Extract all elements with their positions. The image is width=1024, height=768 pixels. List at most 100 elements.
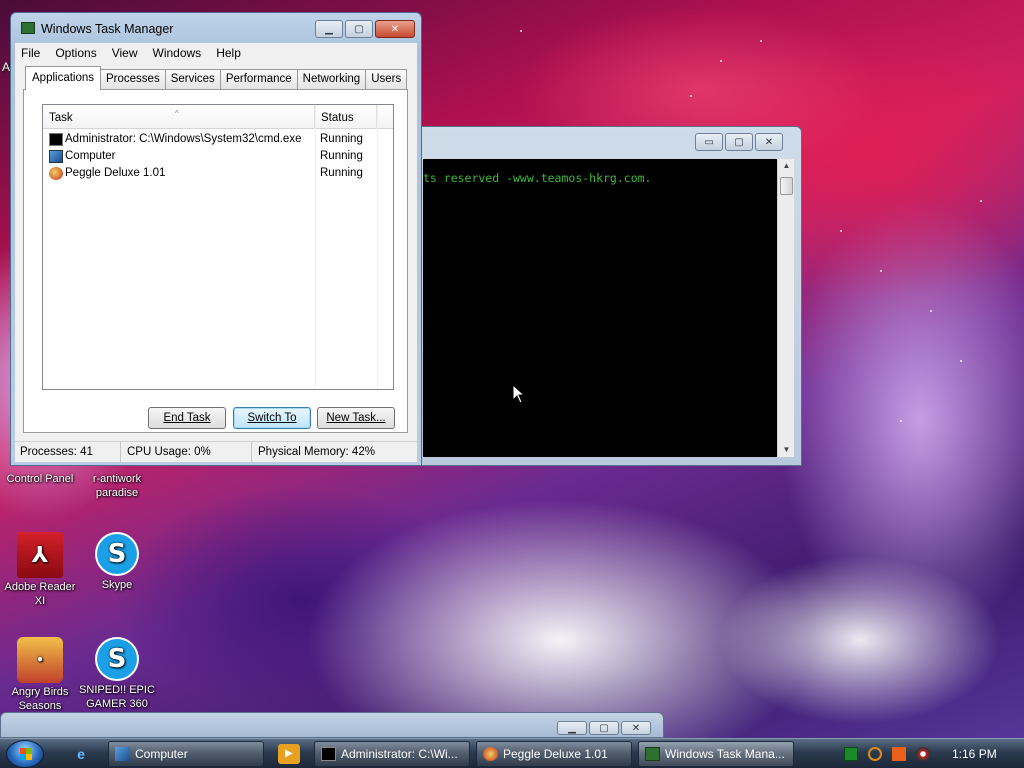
sparkle (980, 200, 982, 202)
console-scrollbar[interactable]: ▲ ▼ (777, 159, 794, 457)
sparkle (930, 310, 932, 312)
switch-to-button[interactable]: Switch To (233, 407, 311, 429)
new-task-button[interactable]: New Task... (317, 407, 395, 429)
tab-networking[interactable]: Networking (296, 69, 367, 89)
speaker-icon[interactable] (916, 747, 930, 761)
windows-logo-icon (20, 748, 32, 760)
tab-processes[interactable]: Processes (100, 69, 166, 89)
media-player-icon[interactable]: ▶ (278, 744, 300, 764)
desktop-icon-adobe-reader[interactable]: ⅄ Adobe Reader XI (0, 532, 80, 608)
column-label: Task (49, 112, 73, 124)
column-header-status[interactable]: Status (315, 105, 377, 129)
maximize-button[interactable]: ▢ (589, 721, 619, 735)
close-icon: ✕ (631, 722, 641, 734)
task-status: Running (320, 150, 363, 162)
task-name: Computer (65, 150, 116, 162)
task-manager-tray-icon[interactable] (844, 747, 858, 761)
internet-explorer-icon[interactable]: e (70, 744, 92, 764)
close-button[interactable]: ✕ (755, 133, 783, 151)
system-tray: 1:16 PM (832, 739, 1024, 768)
task-manager-titlebar[interactable]: Windows Task Manager ▁ ▢ ✕ (11, 13, 421, 43)
menu-options[interactable]: Options (55, 46, 96, 60)
close-button[interactable]: ✕ (375, 20, 415, 38)
skype-icon: S (95, 637, 139, 681)
command-prompt-icon (49, 133, 63, 146)
scroll-up-icon[interactable]: ▲ (778, 159, 795, 173)
maximize-button[interactable]: ▢ (345, 20, 373, 38)
sparkle (900, 420, 902, 422)
task-manager-window[interactable]: Windows Task Manager ▁ ▢ ✕ File Options … (10, 12, 422, 466)
taskbar-button-computer[interactable]: Computer (108, 741, 264, 767)
maximize-icon: ▢ (354, 23, 364, 35)
task-manager-icon (645, 747, 660, 761)
desktop-icon-angry-birds[interactable]: ● Angry Birds Seasons (0, 637, 80, 713)
task-manager-caption-buttons: ▁ ▢ ✕ (315, 20, 415, 38)
taskbar-button-label: Computer (135, 747, 188, 761)
status-physical-memory: Physical Memory: 42% (258, 446, 375, 458)
list-header: Task ^ Status (43, 105, 393, 129)
angry-birds-icon: ● (17, 637, 63, 683)
menu-view[interactable]: View (112, 46, 138, 60)
maximize-button[interactable]: ▢ (725, 133, 753, 151)
console-output: ts reserved -www.teamos-hkrg.com. (423, 171, 652, 185)
task-rows: Administrator: C:\Windows\System32\cmd.e… (43, 131, 393, 182)
desktop-fragment-text: A (2, 60, 11, 74)
task-name: Peggle Deluxe 1.01 (65, 167, 166, 179)
computer-icon (115, 747, 130, 761)
menu-bar: File Options View Windows Help (15, 43, 417, 63)
mouse-cursor-icon (512, 384, 524, 404)
close-button[interactable]: ✕ (621, 721, 651, 735)
desktop-icon-control-panel[interactable]: Control Panel (0, 472, 80, 486)
notification-icon[interactable] (892, 747, 906, 761)
tab-applications[interactable]: Applications (25, 66, 102, 90)
adobe-reader-icon: ⅄ (17, 532, 63, 578)
clock[interactable]: 1:16 PM (952, 739, 997, 768)
peggle-icon (49, 167, 63, 180)
status-bar: Processes: 41 CPU Usage: 0% Physical Mem… (15, 441, 417, 463)
table-row[interactable]: Administrator: C:\Windows\System32\cmd.e… (43, 131, 393, 148)
sparkle (840, 230, 842, 232)
sparkle (690, 95, 692, 97)
menu-help[interactable]: Help (216, 46, 241, 60)
desktop-icon-sniped[interactable]: S SNIPED!! EPIC GAMER 360 (77, 637, 157, 711)
taskbar-button-cmd[interactable]: Administrator: C:\Wi... (314, 741, 470, 767)
minimize-button[interactable]: ▁ (557, 721, 587, 735)
column-header-task[interactable]: Task ^ (43, 105, 315, 129)
taskbar-button-peggle[interactable]: Peggle Deluxe 1.01 (476, 741, 632, 767)
desktop-icon-skype[interactable]: S Skype (77, 532, 157, 592)
end-task-button[interactable]: End Task (148, 407, 226, 429)
task-status: Running (320, 167, 363, 179)
console-window[interactable]: ▭ ▢ ✕ ts reserved -www.teamos-hkrg.com. … (414, 126, 802, 466)
menu-windows[interactable]: Windows (153, 46, 202, 60)
taskbar-button-task-manager[interactable]: Windows Task Mana... (638, 741, 794, 767)
scroll-thumb[interactable] (780, 177, 793, 195)
task-name: Administrator: C:\Windows\System32\cmd.e… (65, 133, 302, 145)
menu-file[interactable]: File (21, 46, 40, 60)
console-screen[interactable]: ts reserved -www.teamos-hkrg.com. (423, 159, 777, 457)
task-status: Running (320, 133, 363, 145)
close-icon: ✕ (764, 136, 774, 148)
minimize-icon: ▁ (568, 722, 576, 734)
status-cpu-usage: CPU Usage: 0% (122, 442, 252, 463)
search-icon[interactable] (868, 747, 882, 761)
sort-ascending-icon: ^ (175, 109, 179, 118)
start-button[interactable] (6, 740, 44, 768)
background-window[interactable]: ▁ ▢ ✕ (0, 712, 664, 738)
desktop-icon-antiwork[interactable]: r-antiwork paradise (77, 472, 157, 500)
tab-performance[interactable]: Performance (219, 69, 298, 89)
tab-services[interactable]: Services (164, 69, 221, 89)
tab-strip: Applications Processes Services Performa… (25, 66, 408, 90)
task-list[interactable]: Task ^ Status Administrator: C:\Windows\… (42, 104, 394, 390)
column-label: Status (321, 112, 354, 124)
table-row[interactable]: Peggle Deluxe 1.01 Running (43, 165, 393, 182)
taskbar-button-label: Windows Task Mana... (665, 747, 785, 761)
desktop-icon-label: Adobe Reader XI (4, 581, 76, 607)
minimize-button[interactable]: ▭ (695, 133, 723, 151)
minimize-button[interactable]: ▁ (315, 20, 343, 38)
minimize-icon: ▭ (704, 136, 714, 148)
table-row[interactable]: Computer Running (43, 148, 393, 165)
close-icon: ✕ (390, 23, 400, 35)
maximize-icon: ▢ (599, 722, 609, 734)
scroll-down-icon[interactable]: ▼ (778, 443, 795, 457)
tab-users[interactable]: Users (365, 69, 408, 89)
